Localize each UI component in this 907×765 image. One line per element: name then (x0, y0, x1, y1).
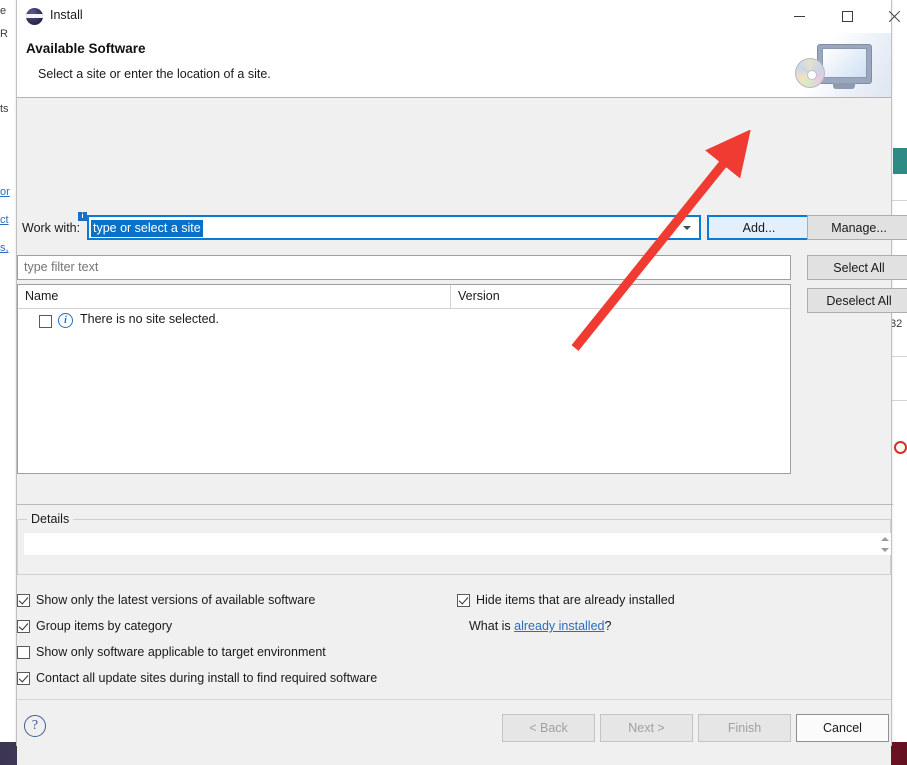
install-dialog: Install Available Software Select a site… (16, 0, 907, 765)
checkbox-label: Hide items that are already installed (476, 593, 675, 607)
details-legend: Details (27, 512, 74, 526)
checkbox-icon[interactable] (17, 619, 30, 633)
checkbox-group-by-category[interactable]: Group items by category (17, 619, 172, 633)
minimize-icon (793, 15, 805, 17)
dialog-titlebar: Install (17, 0, 891, 33)
section-divider (17, 504, 893, 505)
help-question-icon[interactable]: ? (24, 715, 46, 737)
eclipse-icon (26, 8, 43, 25)
install-monitor-cd-icon (773, 33, 891, 97)
background-fragment: R (0, 28, 8, 40)
finish-button[interactable]: Finish (698, 714, 791, 742)
add-button[interactable]: Add... (707, 215, 811, 240)
filter-input[interactable]: type filter text (17, 255, 791, 280)
checkbox-label: Group items by category (36, 619, 173, 633)
info-icon: i (58, 313, 73, 328)
monitor-screen (822, 48, 867, 78)
cancel-button[interactable]: Cancel (796, 714, 889, 742)
background-record-icon (894, 441, 907, 454)
background-fragment: e (0, 5, 7, 17)
software-table: Name Version i There is no site selected… (17, 284, 791, 474)
info-badge-icon: i (78, 212, 87, 221)
details-text-area[interactable] (24, 533, 879, 555)
background-fragment-link: or (0, 186, 10, 198)
row-checkbox[interactable] (39, 315, 52, 328)
already-installed-link[interactable]: already installed (514, 619, 604, 633)
close-button[interactable] (871, 0, 907, 32)
background-fragment-link: ct (0, 214, 9, 226)
what-is-prefix: What is (469, 619, 515, 633)
table-row[interactable]: i There is no site selected. (18, 309, 790, 333)
checkbox-icon[interactable] (17, 593, 30, 607)
column-separator[interactable] (450, 285, 451, 309)
work-with-label: Work with: (22, 221, 81, 235)
checkbox-target-environment[interactable]: Show only software applicable to target … (17, 645, 326, 659)
checkbox-contact-update-sites[interactable]: Contact all update sites during install … (17, 671, 377, 685)
work-with-combo[interactable]: type or select a site (87, 215, 701, 240)
manage-button[interactable]: Manage... (807, 215, 907, 240)
what-is-already-installed: What is already installed? (469, 619, 611, 633)
minimize-button[interactable] (776, 0, 822, 32)
dialog-header: Available Software Select a site or ente… (17, 33, 891, 98)
dialog-title: Install (50, 8, 83, 22)
triangle-down-icon[interactable] (881, 547, 889, 552)
column-header-version[interactable]: Version (458, 289, 500, 303)
column-header-name[interactable]: Name (25, 289, 58, 303)
background-teal-icon (893, 148, 907, 174)
checkbox-show-latest-versions[interactable]: Show only the latest versions of availab… (17, 593, 315, 607)
checkbox-label: Contact all update sites during install … (36, 671, 378, 685)
checkbox-hide-installed[interactable]: Hide items that are already installed (457, 593, 675, 607)
checkbox-icon[interactable] (17, 645, 30, 659)
select-all-button[interactable]: Select All (807, 255, 907, 280)
details-scrollbar[interactable] (879, 533, 891, 555)
checkbox-icon[interactable] (457, 593, 470, 607)
monitor-stand (833, 83, 855, 89)
table-header-row: Name Version (18, 285, 790, 309)
cd-icon (795, 58, 825, 88)
maximize-icon (841, 10, 853, 22)
chevron-down-icon[interactable] (683, 226, 691, 230)
checkbox-icon[interactable] (17, 671, 30, 685)
page-title: Available Software (26, 41, 146, 56)
triangle-up-icon[interactable] (881, 536, 889, 541)
checkbox-label: Show only the latest versions of availab… (36, 593, 316, 607)
monitor-icon (817, 44, 872, 84)
page-subtitle: Select a site or enter the location of a… (38, 67, 271, 81)
work-with-input-value[interactable]: type or select a site (91, 220, 203, 237)
background-fragment: ts (0, 103, 9, 115)
back-button[interactable]: < Back (502, 714, 595, 742)
dialog-body: Work with: i type or select a site Add..… (17, 98, 907, 699)
deselect-all-button[interactable]: Deselect All (807, 288, 907, 313)
close-icon (888, 10, 901, 23)
checkbox-label: Show only software applicable to target … (36, 645, 326, 659)
background-fragment-link: s, (0, 242, 9, 254)
dialog-footer: ? < Back Next > Finish Cancel (17, 699, 891, 765)
what-is-suffix: ? (604, 619, 612, 633)
next-button[interactable]: Next > (600, 714, 693, 742)
row-label: There is no site selected. (80, 312, 219, 326)
maximize-button[interactable] (824, 0, 870, 32)
details-group (17, 519, 891, 575)
